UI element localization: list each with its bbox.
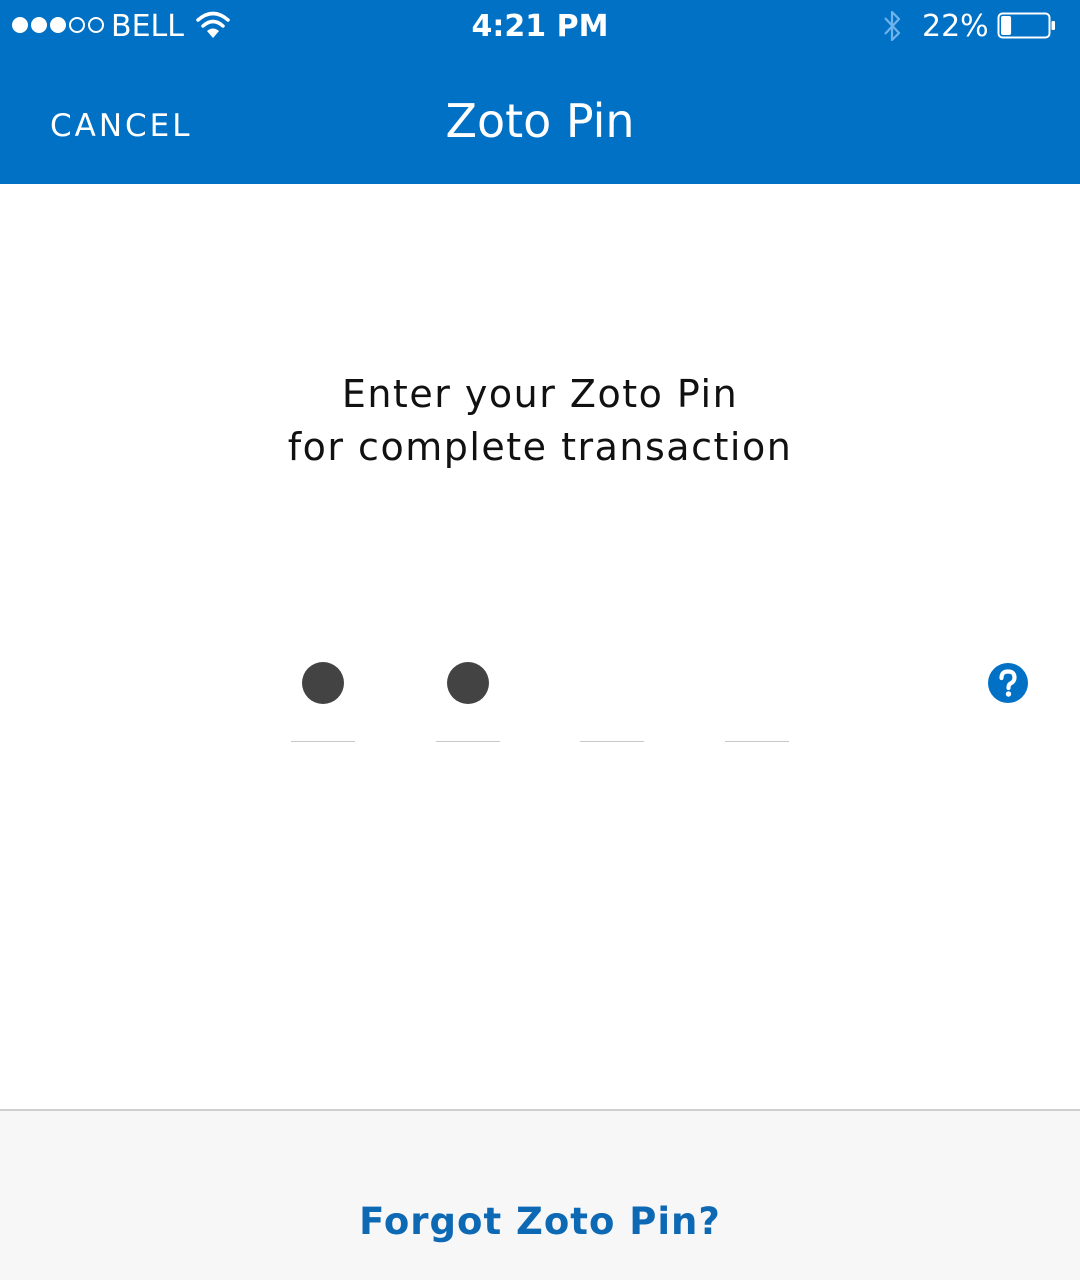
pin-digit-2[interactable] bbox=[436, 660, 500, 742]
page-title: Zoto Pin bbox=[445, 94, 635, 148]
pin-digit-4[interactable] bbox=[725, 660, 789, 742]
instruction-line-2: for complete transaction bbox=[287, 425, 793, 469]
pin-underline bbox=[436, 741, 500, 742]
status-bar: BELL 4:21 PM 22% bbox=[0, 0, 1080, 54]
pin-underline bbox=[725, 741, 789, 742]
navigation-bar: CANCEL Zoto Pin bbox=[0, 54, 1080, 184]
instruction-line-1: Enter your Zoto Pin bbox=[341, 372, 739, 416]
forgot-pin-link[interactable]: Forgot Zoto Pin? bbox=[0, 1199, 1080, 1245]
clock: 4:21 PM bbox=[471, 9, 609, 44]
pin-digit-3[interactable] bbox=[580, 660, 644, 742]
pin-digit-1[interactable] bbox=[291, 660, 355, 742]
top-bar: BELL 4:21 PM 22% CANCEL Zoto Pin bbox=[0, 0, 1080, 184]
pin-underline bbox=[580, 741, 644, 742]
pin-dot bbox=[447, 662, 489, 704]
pin-screen: BELL 4:21 PM 22% CANCEL Zoto Pin Enter y… bbox=[0, 0, 1080, 1280]
footer: Forgot Zoto Pin? bbox=[0, 1109, 1080, 1280]
battery-percent: 22% bbox=[922, 9, 989, 44]
bluetooth-icon bbox=[884, 10, 901, 42]
battery-icon bbox=[997, 12, 1055, 39]
pin-instruction: Enter your Zoto Pin for complete transac… bbox=[0, 368, 1080, 474]
pin-underline bbox=[291, 741, 355, 742]
help-icon[interactable] bbox=[988, 663, 1028, 703]
pin-dot bbox=[302, 662, 344, 704]
